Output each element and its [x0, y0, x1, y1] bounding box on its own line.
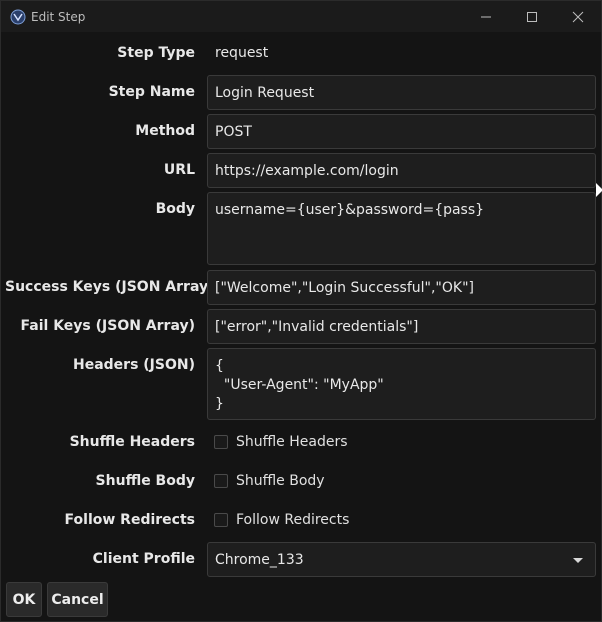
step-type-value: request — [215, 45, 269, 61]
headers-textarea[interactable]: { "User-Agent": "MyApp" } — [207, 348, 596, 420]
shuffle-body-checkbox-row[interactable]: Shuffle Body — [214, 473, 325, 489]
shuffle-headers-checkbox-label[interactable]: Shuffle Headers — [236, 434, 348, 450]
url-label: URL — [163, 162, 195, 178]
app-icon — [10, 9, 26, 24]
step-type-label: Step Type — [117, 45, 195, 61]
body-textarea[interactable]: username={user}&password={pass} — [207, 192, 596, 265]
success-keys-label: Success Keys (JSON Array) — [5, 279, 215, 295]
step-name-input[interactable]: Login Request — [207, 75, 596, 110]
shuffle-headers-label: Shuffle Headers — [69, 434, 195, 450]
fail-keys-input[interactable]: ["error","Invalid credentials"] — [207, 309, 596, 344]
follow-redirects-checkbox[interactable] — [214, 513, 228, 527]
title-bar[interactable]: Edit Step — [1, 1, 601, 32]
close-button[interactable] — [555, 1, 601, 32]
chevron-down-icon — [573, 558, 583, 563]
success-keys-input[interactable]: ["Welcome","Login Successful","OK"] — [207, 270, 596, 305]
minimize-button[interactable] — [463, 1, 509, 32]
step-name-label: Step Name — [108, 84, 195, 100]
fail-keys-label: Fail Keys (JSON Array) — [20, 318, 195, 334]
method-input[interactable]: POST — [207, 114, 596, 149]
url-input[interactable]: https://example.com/login — [207, 153, 596, 188]
cancel-button[interactable]: Cancel — [47, 582, 108, 617]
body-label: Body — [155, 201, 195, 217]
client-profile-select[interactable]: Chrome_133 — [207, 542, 596, 577]
shuffle-body-checkbox[interactable] — [214, 474, 228, 488]
shuffle-headers-checkbox[interactable] — [214, 435, 228, 449]
close-icon — [572, 11, 584, 22]
follow-redirects-label: Follow Redirects — [64, 512, 195, 528]
mouse-cursor-icon — [596, 183, 602, 197]
shuffle-headers-checkbox-row[interactable]: Shuffle Headers — [214, 434, 348, 450]
minimize-icon — [481, 16, 491, 17]
headers-label: Headers (JSON) — [73, 357, 195, 373]
maximize-button[interactable] — [509, 1, 555, 32]
window-title: Edit Step — [31, 9, 86, 24]
maximize-icon — [527, 11, 537, 22]
edit-step-dialog: Edit Step Step Type request Step Name Lo… — [0, 0, 602, 622]
shuffle-body-label: Shuffle Body — [95, 473, 195, 489]
client-profile-value: Chrome_133 — [215, 551, 304, 568]
shuffle-body-checkbox-label[interactable]: Shuffle Body — [236, 473, 325, 489]
follow-redirects-checkbox-label[interactable]: Follow Redirects — [236, 512, 349, 528]
client-profile-label: Client Profile — [92, 551, 195, 567]
method-label: Method — [135, 123, 195, 139]
ok-button[interactable]: OK — [6, 582, 42, 617]
follow-redirects-checkbox-row[interactable]: Follow Redirects — [214, 512, 349, 528]
